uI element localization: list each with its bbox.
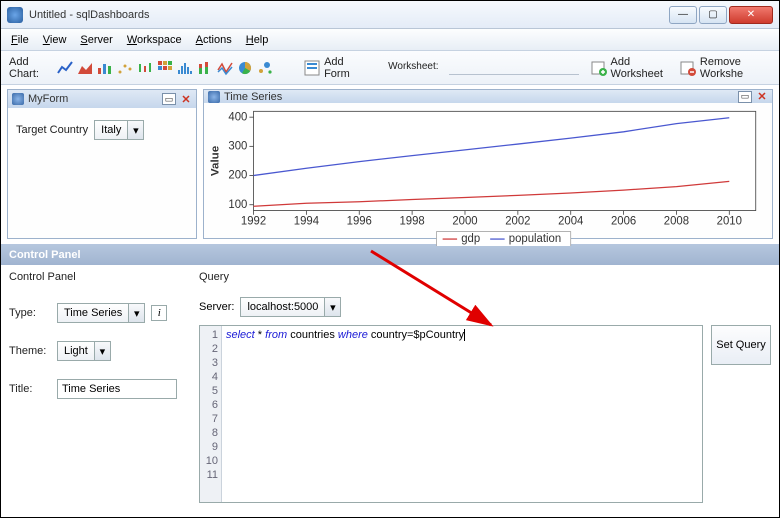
chevron-down-icon: ▾	[128, 304, 144, 322]
target-country-select[interactable]: Italy ▾	[94, 120, 144, 140]
candle-chart-icon[interactable]	[137, 59, 153, 77]
worksheet-label: Worksheet:	[388, 61, 438, 72]
bubble-chart-icon[interactable]	[257, 59, 273, 77]
app-icon	[7, 7, 23, 23]
svg-text:1996: 1996	[347, 215, 372, 227]
svg-text:1992: 1992	[241, 215, 266, 227]
sql-editor[interactable]: 1234567891011 select * from countries wh…	[199, 325, 703, 503]
control-panel-left: Control Panel Type: Time Series ▾ i Them…	[9, 271, 189, 503]
type-label: Type:	[9, 307, 51, 319]
svg-text:1994: 1994	[294, 215, 320, 227]
add-form-button[interactable]: Add Form	[300, 54, 364, 82]
type-select[interactable]: Time Series ▾	[57, 303, 145, 323]
svg-text:200: 200	[228, 170, 247, 182]
editor-code[interactable]: select * from countries where country=$p…	[222, 326, 469, 502]
form-icon	[304, 59, 320, 77]
server-select[interactable]: localhost:5000 ▾	[240, 297, 341, 317]
title-input[interactable]	[57, 379, 177, 399]
scatter-chart-icon[interactable]	[117, 59, 133, 77]
window-maximize-button[interactable]: ▢	[699, 6, 727, 24]
bar-chart-icon[interactable]	[97, 59, 113, 77]
server-label: Server:	[199, 301, 234, 313]
svg-text:400: 400	[228, 111, 247, 123]
menubar: File View Server Workspace Actions Help	[1, 29, 779, 51]
menu-actions[interactable]: Actions	[190, 32, 238, 48]
worksheet-add-icon	[591, 59, 607, 77]
svg-text:2004: 2004	[558, 215, 584, 227]
window-title: Untitled - sqlDashboards	[29, 9, 669, 21]
theme-value: Light	[58, 345, 94, 357]
server-value: localhost:5000	[241, 301, 324, 313]
area-chart-icon[interactable]	[77, 59, 93, 77]
svg-text:Value: Value	[209, 146, 221, 176]
histogram-icon[interactable]	[177, 59, 193, 77]
panel-maximize-button[interactable]: ▭	[738, 91, 752, 103]
remove-worksheet-label: Remove Workshe	[700, 56, 767, 80]
target-country-label: Target Country	[16, 124, 88, 136]
menu-view[interactable]: View	[37, 32, 73, 48]
svg-text:2002: 2002	[505, 215, 530, 227]
title-label: Title:	[9, 383, 51, 395]
pie-chart-icon[interactable]	[237, 59, 253, 77]
panel-maximize-button[interactable]: ▭	[162, 93, 176, 105]
editor-gutter: 1234567891011	[200, 326, 222, 502]
info-button[interactable]: i	[151, 305, 167, 321]
window-titlebar: Untitled - sqlDashboards — ▢ ✕	[1, 1, 779, 29]
heatmap-icon[interactable]	[157, 59, 173, 77]
spark-chart-icon[interactable]	[217, 59, 233, 77]
svg-text:100: 100	[228, 199, 247, 211]
add-chart-label: Add Chart:	[9, 56, 51, 80]
set-query-label: Set Query	[716, 339, 766, 351]
stacked-bar-icon[interactable]	[197, 59, 213, 77]
remove-worksheet-button[interactable]: Remove Workshe	[676, 54, 771, 82]
svg-text:300: 300	[228, 140, 247, 152]
timeseries-title: Time Series	[224, 91, 734, 103]
window-close-button[interactable]: ✕	[729, 6, 773, 24]
chevron-down-icon: ▾	[324, 298, 340, 316]
chevron-down-icon: ▾	[94, 342, 110, 360]
svg-text:2000: 2000	[452, 215, 477, 227]
worksheet-tabs-area	[449, 61, 579, 75]
timeseries-chart: 100 200 300 400 1992 1994 1996 1998 2000 2002 2004…	[206, 105, 764, 246]
panel-close-button[interactable]: ✕	[180, 93, 192, 106]
svg-text:2006: 2006	[611, 215, 636, 227]
add-worksheet-label: Add Worksheet	[611, 56, 668, 80]
myform-panel: MyForm ▭ ✕ Target Country Italy ▾	[7, 89, 197, 239]
add-worksheet-button[interactable]: Add Worksheet	[587, 54, 672, 82]
myform-title: MyForm	[28, 93, 158, 105]
panel-icon	[12, 93, 24, 105]
query-section-label: Query	[199, 271, 771, 283]
menu-workspace[interactable]: Workspace	[121, 32, 188, 48]
menu-server[interactable]: Server	[74, 32, 118, 48]
svg-text:1998: 1998	[400, 215, 425, 227]
svg-text:population: population	[509, 233, 561, 245]
svg-text:2010: 2010	[717, 215, 742, 227]
control-panel-strip-title: Control Panel	[9, 249, 81, 261]
control-panel-title: Control Panel	[9, 271, 189, 283]
worksheet-remove-icon	[680, 59, 696, 77]
target-country-value: Italy	[95, 124, 127, 136]
window-minimize-button[interactable]: —	[669, 6, 697, 24]
menu-file[interactable]: File	[5, 32, 35, 48]
query-panel: Query Server: localhost:5000 ▾ 123456789…	[199, 271, 771, 503]
timeseries-panel: Time Series ▭ ✕ 100 200 300 400 1992 1994 1996…	[203, 89, 773, 239]
menu-help[interactable]: Help	[240, 32, 275, 48]
svg-text:2008: 2008	[664, 215, 689, 227]
theme-label: Theme:	[9, 345, 51, 357]
svg-text:gdp: gdp	[461, 233, 480, 245]
type-value: Time Series	[58, 307, 128, 319]
set-query-button[interactable]: Set Query	[711, 325, 771, 365]
toolbar: Add Chart: Add Form Worksheet: Add Works…	[1, 51, 779, 85]
theme-select[interactable]: Light ▾	[57, 341, 111, 361]
add-form-label: Add Form	[324, 56, 360, 80]
panel-close-button[interactable]: ✕	[756, 90, 768, 103]
panel-icon	[208, 91, 220, 103]
chevron-down-icon: ▾	[127, 121, 143, 139]
line-chart-icon[interactable]	[57, 59, 73, 77]
